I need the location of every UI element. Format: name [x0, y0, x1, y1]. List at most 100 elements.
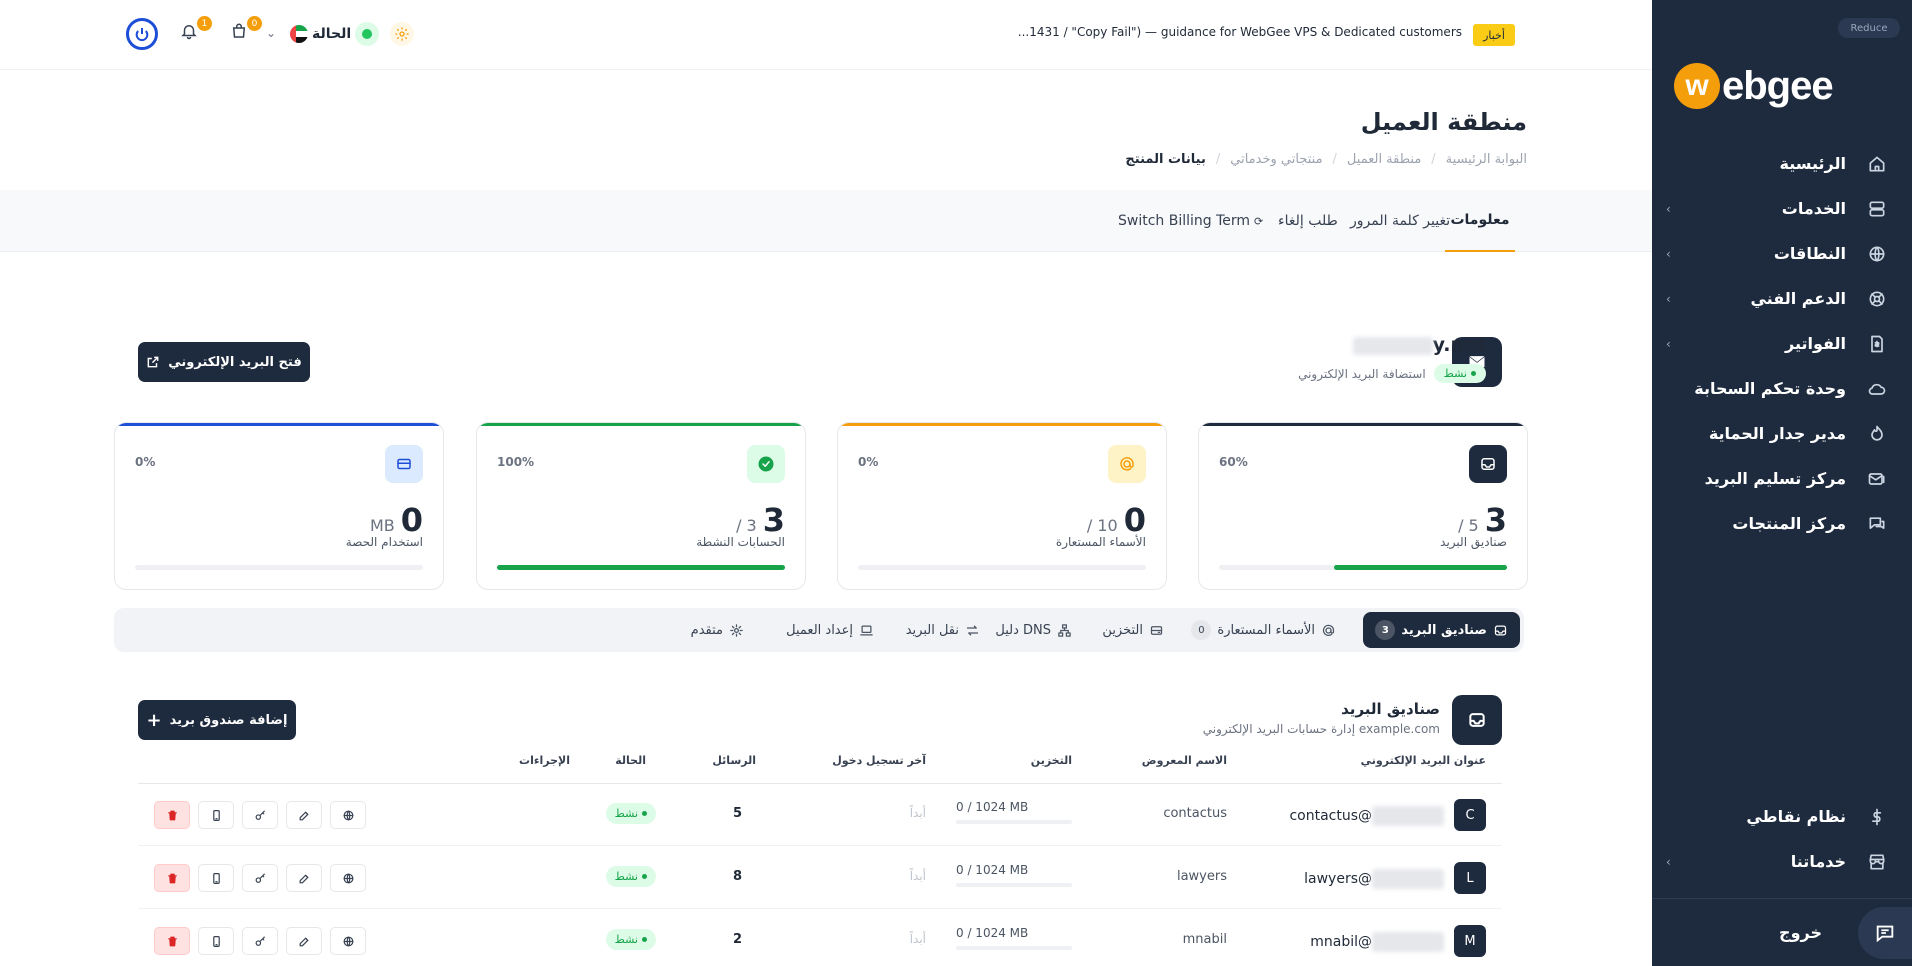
- subtab-gear[interactable]: متقدم: [679, 612, 756, 648]
- table-row[interactable]: Llawyers@ lawyers 0 / 1024 MB أبداً 8 نشط: [138, 847, 1502, 909]
- uae-flag-icon: [290, 25, 308, 43]
- tab-cancel-request[interactable]: طلب إلغاء: [1278, 190, 1338, 252]
- edit-icon: [299, 811, 308, 820]
- sidebar-item-mail-delivery[interactable]: مركز تسليم البريد: [1652, 456, 1912, 501]
- swap-icon: [965, 623, 980, 638]
- trash-action-button[interactable]: [154, 801, 190, 829]
- subtab-sitemap[interactable]: دليل DNS: [983, 612, 1084, 648]
- subtab-laptop[interactable]: إعداد العميل: [774, 612, 886, 648]
- card-accent: [477, 423, 805, 426]
- subtab-inbox[interactable]: صناديق البريد 3: [1363, 612, 1520, 648]
- mailbox-status-badge: نشط: [605, 929, 656, 950]
- stat-label: استخدام الحصة: [345, 535, 423, 549]
- trash-action-button[interactable]: [154, 927, 190, 955]
- trash-action-button[interactable]: [154, 864, 190, 892]
- edit-action-button[interactable]: [286, 864, 322, 892]
- globe-icon: [343, 873, 353, 883]
- edit-action-button[interactable]: [286, 927, 322, 955]
- key-icon: [255, 810, 265, 820]
- chat-button[interactable]: [1858, 907, 1912, 959]
- sidebar-item-invoice[interactable]: ‹ الفواتير: [1652, 321, 1912, 366]
- stat-percent: 60%: [1219, 455, 1248, 469]
- mailbox-email[interactable]: lawyers@: [1304, 869, 1444, 889]
- subtab-swap[interactable]: نقل البريد: [894, 612, 992, 648]
- chevron-down-icon[interactable]: ⌄: [266, 26, 276, 40]
- mobile-action-button[interactable]: [198, 864, 234, 892]
- sidebar-item-chat[interactable]: مركز المنتجات: [1652, 501, 1912, 546]
- col-display-name: الاسم المعروض: [1141, 754, 1227, 767]
- logout-button[interactable]: خروج: [1779, 923, 1822, 942]
- chat-icon: [1866, 513, 1888, 535]
- product-domain-suffix: y.net: [1432, 334, 1486, 356]
- sidebar-bottom-item-store[interactable]: ‹ خدماتنا: [1652, 839, 1912, 884]
- globe-action-button[interactable]: [330, 864, 366, 892]
- news-ticker[interactable]: ...1431 / "Copy Fail") — guidance for We…: [1018, 25, 1462, 39]
- status-indicator[interactable]: الحالة: [290, 20, 380, 48]
- key-action-button[interactable]: [242, 864, 278, 892]
- sidebar-item-globe[interactable]: ‹ النطاقات: [1652, 231, 1912, 276]
- globe-action-button[interactable]: [330, 801, 366, 829]
- inbox-icon: [1469, 445, 1507, 483]
- mailbox-email[interactable]: contactus@: [1289, 806, 1444, 826]
- mailboxes-subtitle: إدارة حسابات البريد الإلكتروني example.c…: [1202, 722, 1440, 736]
- news-badge: أخبار: [1473, 24, 1515, 46]
- bag-icon: [232, 23, 246, 38]
- key-action-button[interactable]: [242, 801, 278, 829]
- subtab-at[interactable]: الأسماء المستعارة 0: [1179, 612, 1348, 648]
- notifications-button[interactable]: 1: [180, 16, 212, 46]
- sidebar-item-lifebuoy[interactable]: ‹ الدعم الفني: [1652, 276, 1912, 321]
- tab-change-password[interactable]: تغيير كلمة المرور: [1350, 190, 1450, 252]
- sitemap-icon: [1057, 623, 1072, 638]
- sidebar-item-server[interactable]: ‹ الخدمات: [1652, 186, 1912, 231]
- tab-info[interactable]: معلومات: [1445, 190, 1515, 252]
- mobile-action-button[interactable]: [198, 927, 234, 955]
- breadcrumb-client-area[interactable]: منطقة العميل: [1347, 152, 1421, 167]
- sidebar-item-firewall[interactable]: مدير جدار الحماية: [1652, 411, 1912, 456]
- sidebar-item-label: وحدة تحكم السحابة: [1694, 379, 1846, 398]
- stat-value: 0/ 10: [1086, 501, 1146, 539]
- mobile-action-button[interactable]: [198, 801, 234, 829]
- stat-label: الحسابات النشطة: [696, 535, 785, 549]
- subtab-label: صناديق البريد: [1401, 622, 1487, 638]
- sidebar-item-home[interactable]: الرئيسية: [1652, 141, 1912, 186]
- add-mailbox-button[interactable]: + إضافة صندوق بريد: [138, 700, 296, 740]
- trash-icon: [167, 936, 177, 946]
- sidebar-bottom-item-dollar[interactable]: نظام نقاطي: [1652, 794, 1912, 839]
- storage-bar: [956, 820, 1072, 824]
- breadcrumb-home[interactable]: البوابة الرئيسية: [1446, 152, 1527, 167]
- sidebar-item-cloud[interactable]: وحدة تحكم السحابة: [1652, 366, 1912, 411]
- refresh-icon: ⟳: [1254, 214, 1264, 228]
- breadcrumb-products[interactable]: منتجاتي وخدماتي: [1230, 152, 1322, 167]
- chevron-left-icon: ‹: [1666, 854, 1671, 869]
- product-status-badge: نشط: [1433, 364, 1486, 383]
- notifications-count: 1: [197, 16, 212, 31]
- mailbox-email[interactable]: mnabil@: [1310, 932, 1444, 952]
- power-icon: [135, 28, 149, 42]
- mailbox-status-badge: نشط: [605, 803, 656, 824]
- reduce-sidebar-button[interactable]: Reduce: [1838, 18, 1900, 38]
- sidebar-item-label: مدير جدار الحماية: [1708, 424, 1846, 443]
- mailbox-actions: [154, 927, 366, 955]
- globe-action-button[interactable]: [330, 927, 366, 955]
- open-webmail-button[interactable]: فتح البريد الإلكتروني: [138, 342, 310, 382]
- table-row[interactable]: Ccontactus@ contactus 0 / 1024 MB أبداً 5 نشط: [138, 784, 1502, 846]
- breadcrumb: البوابة الرئيسية / منطقة العميل / منتجات…: [1125, 152, 1527, 167]
- hdd-icon: [1149, 623, 1164, 638]
- webgee-logo[interactable]: w ebgee: [1674, 60, 1834, 112]
- key-action-button[interactable]: [242, 927, 278, 955]
- tab-switch-billing[interactable]: Switch Billing Term ⟳: [1118, 190, 1263, 252]
- stat-value: 0 MB: [369, 501, 423, 539]
- power-button[interactable]: [126, 18, 158, 50]
- sidebar-item-label: مركز المنتجات: [1732, 514, 1846, 533]
- cart-button[interactable]: 0: [230, 16, 262, 46]
- subtab-hdd[interactable]: التخزين: [1090, 612, 1176, 648]
- mailbox-messages: 5: [732, 806, 742, 821]
- edit-action-button[interactable]: [286, 801, 322, 829]
- product-type: استضافة البريد الإلكتروني: [1298, 366, 1426, 381]
- settings-button[interactable]: [390, 22, 414, 46]
- status-online-icon: [355, 22, 380, 46]
- stat-label: الأسماء المستعارة: [1055, 535, 1146, 549]
- table-row[interactable]: Mmnabil@ mnabil 0 / 1024 MB أبداً 2 نشط: [138, 910, 1502, 966]
- subtab-count: 3: [1375, 620, 1396, 640]
- stat-card: 0% 0/ 10 الأسماء المستعارة: [837, 422, 1167, 590]
